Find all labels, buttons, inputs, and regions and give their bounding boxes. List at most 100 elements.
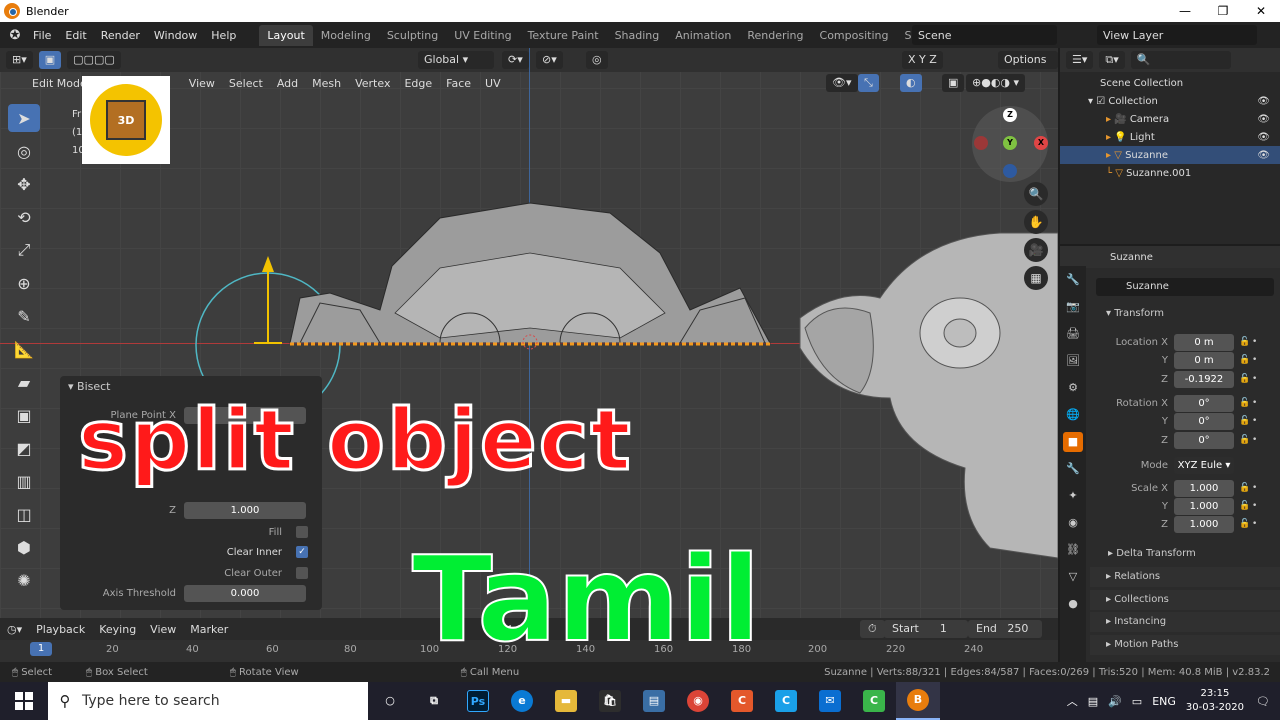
inset-tool-icon[interactable]: ▣ (8, 401, 40, 429)
keyframe-dot-icon[interactable]: • (1252, 337, 1260, 347)
annotate-tool-icon[interactable]: ✎ (8, 302, 40, 330)
windows-start-icon[interactable] (0, 682, 48, 720)
tool-tab-icon[interactable]: 🔧 (1063, 270, 1083, 290)
object-tab-icon[interactable]: ■ (1063, 432, 1083, 452)
tab-modeling[interactable]: Modeling (313, 25, 379, 46)
pan-hand-icon[interactable]: ✋ (1024, 210, 1048, 234)
timeline-editor-icon[interactable]: ◷▾ (0, 623, 29, 636)
lock-icon[interactable]: 🔓 (1238, 519, 1252, 529)
view-layer-tab-icon[interactable]: 🖼 (1063, 351, 1083, 371)
outliner-item-suzanne-001[interactable]: └ ▽ Suzanne.001 (1060, 164, 1280, 182)
axis-threshold-field[interactable]: 0.000 (184, 584, 306, 602)
gizmo-x-icon[interactable]: X (1034, 136, 1048, 150)
close-button[interactable]: ✕ (1242, 0, 1280, 22)
move-tool-icon[interactable]: ✥ (8, 170, 40, 198)
zoom-icon[interactable]: 🔍 (1024, 182, 1048, 206)
clock[interactable]: 23:15 30-03-2020 (1186, 687, 1244, 715)
view-layer-selector[interactable]: View Layer (1097, 25, 1257, 45)
rotation-y-field[interactable]: 0° (1174, 412, 1234, 430)
delta-transform-panel[interactable]: ▸ Delta Transform (1090, 545, 1280, 563)
z-field[interactable]: 1.000 (184, 501, 306, 519)
taskbar-app-chrome[interactable]: ◉ (676, 682, 720, 720)
menu-marker[interactable]: Marker (183, 623, 235, 636)
collections-panel[interactable]: ▸ Collections (1090, 590, 1280, 610)
taskbar-app-explorer[interactable]: ▬ (544, 682, 588, 720)
menu-playback[interactable]: Playback (29, 623, 92, 636)
modifier-tab-icon[interactable]: 🔧 (1063, 459, 1083, 479)
transform-tool-icon[interactable]: ⊕ (8, 269, 40, 297)
clear-outer-checkbox[interactable] (296, 567, 308, 579)
location-x-field[interactable]: 0 m (1174, 333, 1234, 351)
lock-icon[interactable]: 🔓 (1238, 501, 1252, 511)
poly-build-tool-icon[interactable]: ⬢ (8, 533, 40, 561)
tab-compositing[interactable]: Compositing (812, 25, 897, 46)
lock-icon[interactable]: 🔓 (1238, 435, 1252, 445)
gizmo-z-icon[interactable]: Z (1003, 108, 1017, 122)
extrude-tool-icon[interactable]: ▰ (8, 368, 40, 396)
volume-icon[interactable]: 🔊 (1108, 695, 1122, 708)
taskbar-app-edge[interactable]: e (500, 682, 544, 720)
network-icon[interactable]: ▤ (1088, 695, 1098, 708)
battery-icon[interactable]: ▭ (1132, 695, 1142, 708)
collection-checkbox-icon[interactable]: ▾ ☑ (1088, 96, 1108, 107)
cursor-tool-icon[interactable]: ◎ (8, 137, 40, 165)
minimize-button[interactable]: — (1166, 0, 1204, 22)
gizmo-y-icon[interactable]: Y (1003, 136, 1017, 150)
preview-range-icon[interactable]: ⏱ (860, 620, 885, 638)
outliner-scene-collection[interactable]: Scene Collection (1060, 74, 1280, 92)
select-tool-icon[interactable]: ➤ (8, 104, 40, 132)
lock-icon[interactable]: 🔓 (1238, 398, 1252, 408)
taskbar-search-box[interactable]: ⚲ Type here to search (48, 682, 368, 720)
location-z-field[interactable]: -0.1922 (1174, 370, 1234, 388)
taskbar-app-blender[interactable]: B (896, 682, 940, 720)
rotation-x-field[interactable]: 0° (1174, 394, 1234, 412)
current-frame-indicator[interactable]: 1 (30, 642, 52, 656)
output-tab-icon[interactable]: 🖨 (1063, 324, 1083, 344)
navigation-gizmo[interactable]: Z X Y (972, 106, 1048, 182)
eye-icon[interactable]: 👁 (1257, 114, 1270, 125)
motion-paths-panel[interactable]: ▸ Motion Paths (1090, 635, 1280, 655)
tab-uv-editing[interactable]: UV Editing (446, 25, 519, 46)
knife-tool-icon[interactable]: ◫ (8, 500, 40, 528)
loop-cut-tool-icon[interactable]: ▥ (8, 467, 40, 495)
keyframe-dot-icon[interactable]: • (1252, 355, 1260, 365)
constraints-tab-icon[interactable]: ⛓ (1063, 540, 1083, 560)
outliner-item-light[interactable]: ▸ 💡 Light 👁 (1060, 128, 1280, 146)
tab-animation[interactable]: Animation (667, 25, 739, 46)
instancing-panel[interactable]: ▸ Instancing (1090, 612, 1280, 632)
menu-help[interactable]: Help (204, 29, 243, 42)
taskbar-app-mail[interactable]: ✉ (808, 682, 852, 720)
menu-edit[interactable]: Edit (58, 29, 93, 42)
outliner-filter-icon[interactable]: ⧉▾ (1099, 51, 1125, 69)
material-tab-icon[interactable]: ● (1063, 594, 1083, 614)
object-name-field[interactable]: Suzanne (1096, 278, 1274, 296)
camera-view-icon[interactable]: 🎥 (1024, 238, 1048, 262)
keyframe-dot-icon[interactable]: • (1252, 501, 1260, 511)
tab-rendering[interactable]: Rendering (739, 25, 811, 46)
scale-tool-icon[interactable]: ⤢ (8, 236, 40, 264)
tab-layout[interactable]: Layout (259, 24, 313, 46)
blender-menu-icon[interactable]: ✪ (4, 28, 26, 43)
spin-tool-icon[interactable]: ✺ (8, 566, 40, 594)
keyframe-dot-icon[interactable]: • (1252, 483, 1260, 493)
keyframe-dot-icon[interactable]: • (1252, 519, 1260, 529)
tab-texture-paint[interactable]: Texture Paint (520, 25, 607, 46)
relations-panel[interactable]: ▸ Relations (1090, 567, 1280, 587)
measure-tool-icon[interactable]: 📐 (8, 335, 40, 363)
eye-icon[interactable]: 👁 (1257, 132, 1270, 143)
gizmo-negx-icon[interactable] (974, 136, 988, 150)
language-indicator[interactable]: ENG (1152, 695, 1176, 708)
lock-icon[interactable]: 🔓 (1238, 355, 1252, 365)
clear-inner-checkbox[interactable]: ✓ (296, 546, 308, 558)
end-frame-field[interactable]: End 250 (968, 620, 1042, 638)
taskbar-app-cortana[interactable]: ○ (368, 682, 412, 720)
lock-icon[interactable]: 🔓 (1238, 374, 1252, 384)
outliner-item-camera[interactable]: ▸ 🎥 Camera 👁 (1060, 110, 1280, 128)
notifications-icon[interactable]: 🗨 (1256, 695, 1270, 708)
keyframe-dot-icon[interactable]: • (1252, 398, 1260, 408)
render-tab-icon[interactable]: 📷 (1063, 297, 1083, 317)
menu-timeline-view[interactable]: View (143, 623, 183, 636)
keyframe-dot-icon[interactable]: • (1252, 435, 1260, 445)
menu-keying[interactable]: Keying (92, 623, 143, 636)
start-frame-field[interactable]: Start 1 (884, 620, 968, 638)
